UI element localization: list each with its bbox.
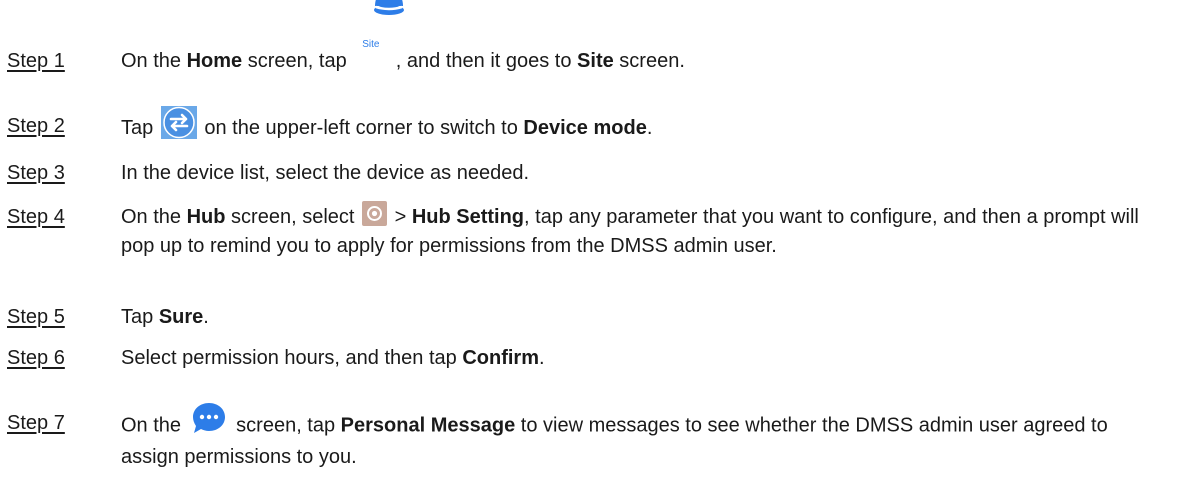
text-segment: Tap (121, 306, 159, 328)
text-segment: Tap (121, 116, 159, 139)
step-text: Tap Sure. (121, 303, 1161, 332)
switch-mode-icon (160, 106, 197, 139)
step-label: Step 2 (7, 115, 65, 137)
step-label: Step 5 (7, 306, 65, 328)
step-label: Step 4 (7, 206, 65, 228)
text-segment: Select permission hours, and then tap (121, 347, 463, 369)
step-label: Step 3 (7, 162, 65, 184)
text-segment: On the (121, 206, 187, 228)
step-label: Step 6 (7, 347, 65, 369)
site-icon: Site (352, 0, 405, 76)
message-bubble-icon (191, 401, 227, 435)
bold-term: Home (186, 50, 243, 72)
settings-icon (362, 201, 388, 227)
site-dome-icon (374, 0, 405, 16)
step-text: Tap on the upper-left corner to switch t… (121, 106, 1161, 145)
text-segment: screen. (613, 50, 685, 72)
bold-term: Sure (158, 306, 204, 328)
bold-term: Device mode (523, 116, 647, 139)
text-segment: , and then it goes to (390, 50, 578, 72)
bold-term: Site (577, 50, 614, 72)
text-segment: screen, tap (230, 414, 341, 437)
step-text: Select permission hours, and then tap Co… (121, 344, 1161, 373)
text-segment: > (389, 206, 412, 228)
text-segment: . (538, 347, 545, 369)
step-text: On the Hub screen, select > Hub Setting,… (121, 201, 1151, 261)
text-segment: screen, select (225, 206, 361, 228)
bold-term: Confirm (462, 347, 539, 369)
text-segment: . (646, 116, 653, 139)
step-text: On the screen, tap Personal Message to v… (121, 403, 1151, 472)
text-segment: On the (121, 414, 187, 437)
text-segment: On the (121, 50, 187, 72)
step-label: Step 7 (7, 412, 65, 434)
step-text: On the Home screen, tap Site , and then … (121, 0, 1161, 76)
step-text: In the device list, select the device as… (121, 162, 530, 184)
bold-term: Hub Setting (411, 206, 525, 228)
text-segment: on the upper-left corner to switch to (198, 116, 524, 139)
bold-term: Hub (186, 206, 226, 228)
bold-term: Personal Message (340, 414, 516, 437)
text-segment: screen, tap (242, 50, 353, 72)
site-icon-label: Site (362, 39, 380, 51)
step-label: Step 1 (7, 50, 65, 72)
text-segment: . (203, 306, 209, 328)
